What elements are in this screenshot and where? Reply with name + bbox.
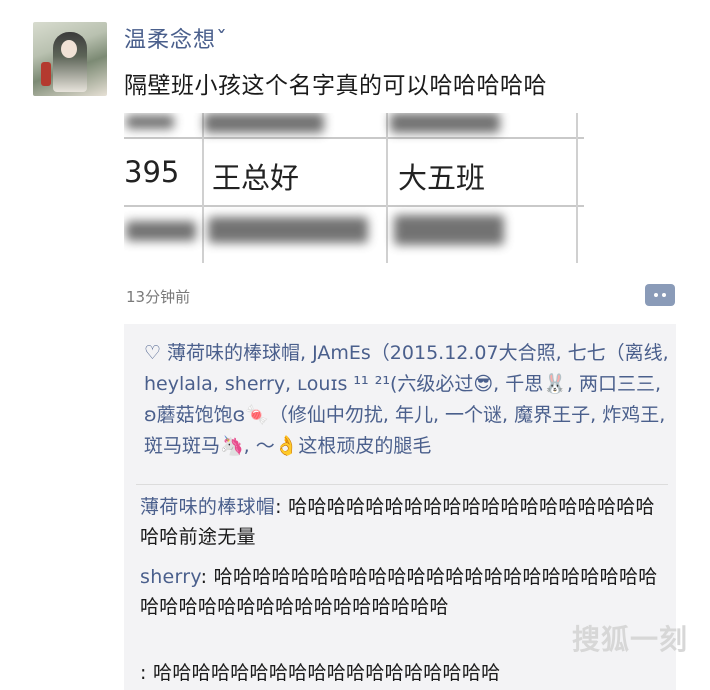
table-line xyxy=(386,113,388,263)
comment-item[interactable]: 薄荷味的棒球帽: 哈哈哈哈哈哈哈哈哈哈哈哈哈哈哈哈哈哈哈哈哈前途无量 xyxy=(140,492,660,552)
post-text: 隔壁班小孩这个名字真的可以哈哈哈哈哈 xyxy=(124,73,547,99)
table-cell-name: 王总好 xyxy=(212,161,300,195)
table-line xyxy=(202,113,204,263)
avatar-red-accent xyxy=(41,62,51,86)
blurred-cell xyxy=(390,113,500,133)
blurred-cell xyxy=(126,115,174,129)
comment-author[interactable]: 薄荷味的棒球帽 xyxy=(140,496,275,518)
table-line xyxy=(124,137,584,139)
comment-separator: : xyxy=(275,496,289,518)
dot-icon xyxy=(654,293,658,297)
comment-text: 哈哈哈哈哈哈哈哈哈哈哈哈哈哈哈哈哈哈哈哈哈哈哈哈哈哈哈哈哈哈哈哈哈哈哈哈哈哈哈 xyxy=(140,566,658,618)
likes-names[interactable]: 薄荷味的棒球帽, JAmEs（2015.12.07大合照, 七七（离线, hey… xyxy=(144,342,669,457)
heart-icon: ♡ xyxy=(144,342,162,364)
table-cell-class: 大五班 xyxy=(398,161,486,195)
comment-item[interactable]: sherry: 哈哈哈哈哈哈哈哈哈哈哈哈哈哈哈哈哈哈哈哈哈哈哈哈哈哈哈哈哈哈哈哈… xyxy=(140,562,660,622)
table-line xyxy=(576,113,578,263)
blurred-cell xyxy=(204,113,324,133)
avatar-face xyxy=(61,40,77,58)
post-photo[interactable]: 395 王总好 大五班 xyxy=(124,113,584,263)
comment-menu-button[interactable] xyxy=(645,284,675,306)
comment-separator: : xyxy=(140,662,154,684)
table-cell-number: 395 xyxy=(124,155,180,189)
blurred-cell xyxy=(126,221,196,241)
comment-text: 哈哈哈哈哈哈哈哈哈哈哈哈哈哈哈哈哈哈 xyxy=(153,662,501,684)
comment-separator: : xyxy=(200,566,214,588)
post-timestamp: 13分钟前 xyxy=(126,288,191,306)
dot-icon xyxy=(662,293,666,297)
blurred-cell xyxy=(394,215,504,245)
likes-list[interactable]: ♡ 薄荷味的棒球帽, JAmEs（2015.12.07大合照, 七七（离线, he… xyxy=(144,338,669,462)
comment-item[interactable]: : 哈哈哈哈哈哈哈哈哈哈哈哈哈哈哈哈哈哈 xyxy=(140,658,660,688)
watermark-logo: 搜狐一刻 xyxy=(572,623,689,656)
comment-author[interactable]: sherry xyxy=(140,566,201,588)
blurred-cell xyxy=(208,217,368,243)
table-line xyxy=(124,205,584,207)
divider xyxy=(136,484,668,485)
avatar[interactable] xyxy=(33,22,107,96)
post-username[interactable]: 温柔念想ˇ xyxy=(124,22,228,54)
